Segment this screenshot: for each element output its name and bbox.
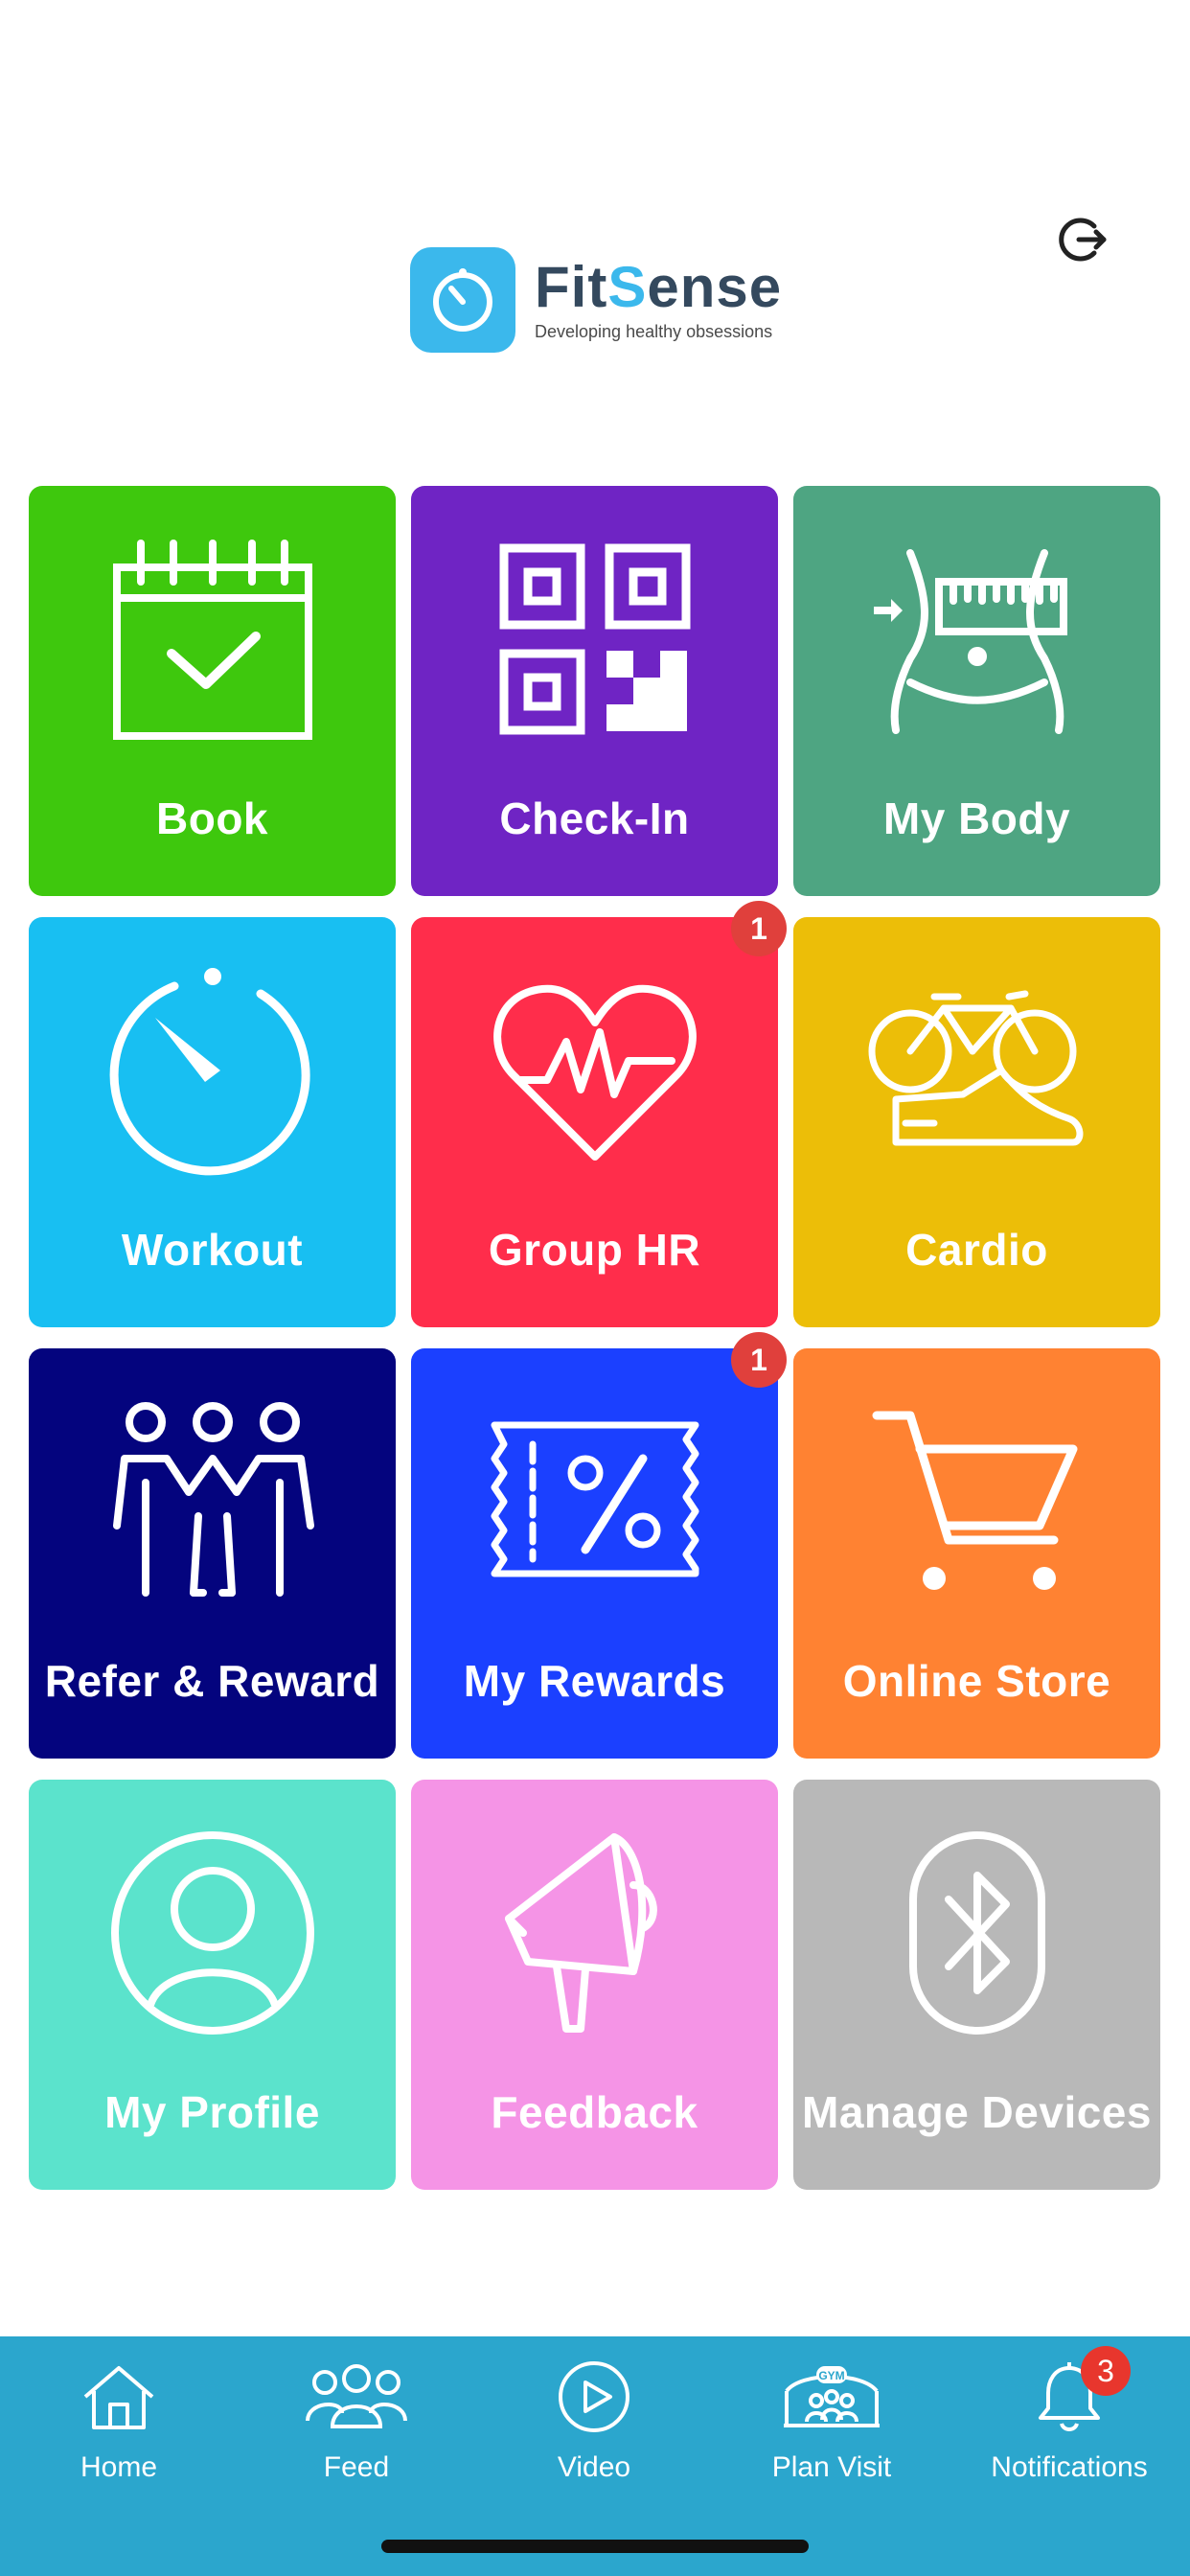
brand-tagline: Developing healthy obsessions bbox=[535, 321, 773, 341]
tile-label: Refer & Reward bbox=[44, 1656, 380, 1706]
tile-check-in[interactable]: Check-In bbox=[411, 486, 778, 896]
tab-home[interactable]: Home bbox=[0, 2336, 238, 2509]
tile-label: My Body bbox=[882, 794, 1071, 843]
home-icon bbox=[0, 2354, 238, 2440]
bluetooth-icon bbox=[793, 1780, 1160, 2086]
qr-code-icon bbox=[411, 486, 778, 793]
group-hr-badge: 1 bbox=[731, 901, 787, 956]
cart-icon bbox=[793, 1348, 1160, 1655]
megaphone-icon bbox=[411, 1780, 778, 2086]
tile-label: Check-In bbox=[499, 794, 690, 843]
tile-label: Online Store bbox=[842, 1656, 1111, 1706]
discount-ticket-icon bbox=[411, 1348, 778, 1655]
heart-rate-icon bbox=[411, 917, 778, 1224]
tile-workout[interactable]: Workout bbox=[29, 917, 396, 1327]
fitsense-logo: FitSense Developing healthy obsessions bbox=[410, 247, 782, 353]
tile-my-body[interactable]: My Body bbox=[793, 486, 1160, 896]
tile-book[interactable]: Book bbox=[29, 486, 396, 896]
notifications-badge: 3 bbox=[1081, 2346, 1131, 2396]
tile-online-store[interactable]: Online Store bbox=[793, 1348, 1160, 1759]
tab-label: Video bbox=[557, 2451, 631, 2483]
tile-label: Group HR bbox=[488, 1225, 701, 1275]
tab-feed[interactable]: Feed bbox=[238, 2336, 475, 2509]
header: FitSense Developing healthy obsessions bbox=[0, 0, 1190, 450]
tile-label: Cardio bbox=[905, 1225, 1048, 1275]
tile-group-hr[interactable]: Group HR bbox=[411, 917, 778, 1327]
tile-feedback[interactable]: Feedback bbox=[411, 1780, 778, 2190]
tab-plan-visit[interactable]: GYM Plan Visit bbox=[713, 2336, 950, 2509]
tile-label: Workout bbox=[121, 1225, 304, 1275]
tile-label: My Profile bbox=[104, 2087, 320, 2137]
brand-name: FitSense bbox=[535, 254, 783, 319]
tile-my-profile[interactable]: My Profile bbox=[29, 1780, 396, 2190]
tile-label: Book bbox=[156, 794, 268, 843]
people-icon bbox=[29, 1348, 396, 1655]
bell-icon bbox=[950, 2354, 1188, 2440]
tile-label: Feedback bbox=[491, 2087, 698, 2137]
tab-notifications[interactable]: Notifications 3 bbox=[950, 2336, 1188, 2509]
tile-manage-devices[interactable]: Manage Devices bbox=[793, 1780, 1160, 2190]
play-icon bbox=[475, 2354, 713, 2440]
tile-refer-reward[interactable]: Refer & Reward bbox=[29, 1348, 396, 1759]
stopwatch-icon bbox=[29, 917, 396, 1224]
home-indicator[interactable] bbox=[381, 2540, 809, 2553]
tab-video[interactable]: Video bbox=[475, 2336, 713, 2509]
logout-icon[interactable] bbox=[1054, 211, 1111, 268]
tile-my-rewards[interactable]: My Rewards bbox=[411, 1348, 778, 1759]
group-icon bbox=[238, 2354, 475, 2440]
tab-label: Feed bbox=[323, 2451, 390, 2483]
tab-label: Notifications bbox=[991, 2451, 1148, 2483]
tile-cardio[interactable]: Cardio bbox=[793, 917, 1160, 1327]
tile-label: Manage Devices bbox=[802, 2087, 1152, 2137]
gym-icon: GYM bbox=[713, 2354, 950, 2440]
tile-label: My Rewards bbox=[463, 1656, 726, 1706]
body-measure-icon bbox=[793, 486, 1160, 793]
calendar-check-icon bbox=[29, 486, 396, 793]
gym-icon-text: GYM bbox=[818, 2369, 844, 2382]
tab-label: Plan Visit bbox=[771, 2451, 892, 2483]
user-circle-icon bbox=[29, 1780, 396, 2086]
stopwatch-logo-icon bbox=[410, 247, 515, 353]
bike-shoe-icon bbox=[793, 917, 1160, 1224]
my-rewards-badge: 1 bbox=[731, 1332, 787, 1388]
tab-label: Home bbox=[80, 2451, 158, 2483]
